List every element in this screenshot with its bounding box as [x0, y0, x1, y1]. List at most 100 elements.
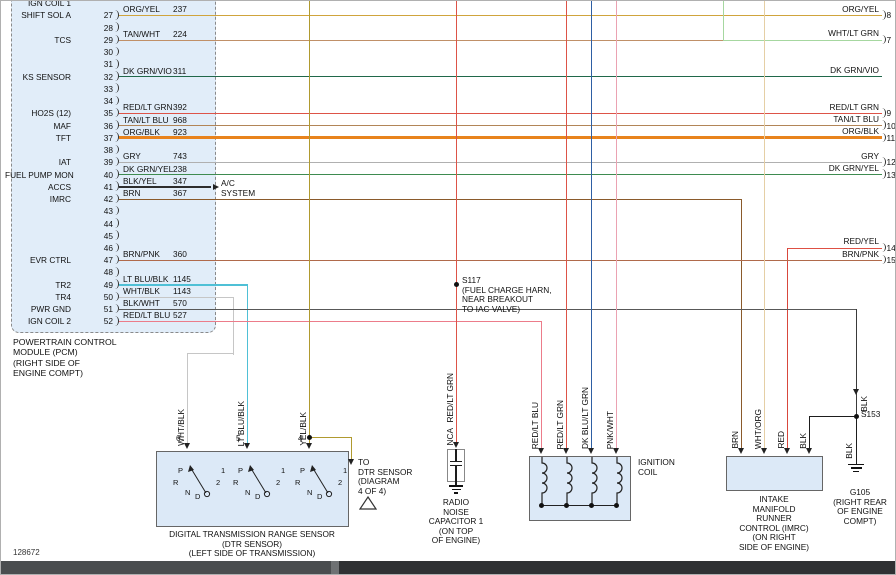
pcm-pin-circuit-number: 743 — [173, 151, 187, 161]
pcm-pin-function: HO2S (12) — [5, 108, 71, 118]
wire-red-lt-grn — [566, 1, 567, 448]
right-edge-wire-color: ORG/BLK — [789, 126, 879, 136]
g105-ground-symbol — [848, 464, 864, 466]
pcm-pin-circuit-number: 367 — [173, 188, 187, 198]
right-edge-bracket — [882, 120, 886, 130]
right-edge-wire-color: GRY — [789, 151, 879, 161]
scrollbar-divider — [331, 561, 339, 574]
scrollbar-segment[interactable] — [1, 561, 331, 574]
pcm-pin-wire-color: ORG/BLK — [123, 127, 160, 137]
wire-arrow — [784, 448, 790, 454]
wire-red — [787, 248, 788, 449]
pcm-pin-number: 52 — [95, 316, 113, 326]
wiring-diagram-page: POWERTRAIN CONTROL MODULE (PCM) (RIGHT S… — [0, 0, 896, 575]
cap-lead-bottom — [455, 466, 456, 481]
junction-dot — [454, 282, 459, 287]
svg-text:P: P — [238, 466, 243, 475]
junction-dot — [564, 503, 569, 508]
pcm-pin-circuit-number: 968 — [173, 115, 187, 125]
right-edge-wire-color: DK GRN/YEL — [789, 163, 879, 173]
right-edge-bracket — [882, 169, 886, 179]
pcm-pin-wire-color: TAN/WHT — [123, 29, 160, 39]
right-edge-pin-number: 7 — [887, 35, 892, 45]
pcm-pin-number: 38 — [95, 145, 113, 155]
g105-caption: G105 (RIGHT REAR OF ENGINE COMPT) — [825, 488, 895, 526]
wire-arrow — [613, 448, 619, 454]
pcm-pin-number: 49 — [95, 280, 113, 290]
right-edge-pin-number: 8 — [887, 10, 892, 20]
wire-color-vertical-label: PNK/WHT — [605, 411, 615, 449]
pcm-pin-function: IGN COIL 2 — [5, 316, 71, 326]
pcm-pin-number: 35 — [95, 108, 113, 118]
wire-arrow — [738, 448, 744, 454]
svg-text:R: R — [233, 478, 239, 487]
dtr-caption: DIGITAL TRANSMISSION RANGE SENSOR (DTR S… — [129, 530, 375, 559]
wire-tan-lt-blu — [119, 125, 882, 126]
right-edge-wire-color: TAN/LT BLU — [789, 114, 879, 124]
wire-wht-blk — [187, 353, 188, 443]
svg-text:2: 2 — [276, 478, 280, 487]
pcm-pin-function: TR2 — [5, 280, 71, 290]
wire-blk — [809, 416, 810, 450]
imrc-box — [726, 456, 823, 491]
right-edge-wire-color: RED/LT GRN — [789, 102, 879, 112]
pcm-pin-number: 34 — [95, 96, 113, 106]
junction-dot — [539, 503, 544, 508]
pcm-pin-number: 33 — [95, 84, 113, 94]
wire-yel-blk-branch — [309, 437, 351, 438]
wire-arrow — [184, 443, 190, 449]
pcm-pin-wire-color: GRY — [123, 151, 141, 161]
ac-system-note: A/C SYSTEM — [221, 179, 255, 198]
wire-arrow — [806, 448, 812, 454]
right-edge-wire-color: RED/YEL — [789, 236, 879, 246]
pcm-pin-number: 48 — [95, 267, 113, 277]
pcm-pin-number: 36 — [95, 121, 113, 131]
right-edge-pin-number: 10 — [887, 121, 896, 131]
pcm-pin-wire-color: BLK/YEL — [123, 176, 157, 186]
coil-winding — [535, 457, 549, 507]
pcm-pin-number: 31 — [95, 59, 113, 69]
pcm-pin-number: 50 — [95, 292, 113, 302]
wire-arrow — [213, 184, 219, 190]
pcm-pin-function: MAF — [5, 121, 71, 131]
dtr-switch: PRND21 — [292, 462, 348, 500]
pcm-pin-number: 28 — [95, 23, 113, 33]
pcm-pin-number: 27 — [95, 10, 113, 20]
imrc-caption: INTAKE MANIFOLD RUNNER CONTROL (IMRC) (O… — [715, 495, 833, 553]
pcm-pin-circuit-number: 923 — [173, 127, 187, 137]
wire-dk-grn-vio — [119, 76, 882, 77]
pcm-pin-number: 44 — [95, 219, 113, 229]
pcm-pin-number: 41 — [95, 182, 113, 192]
scrollbar-segment[interactable] — [339, 561, 896, 574]
wire-wht-blk — [233, 297, 234, 355]
right-edge-bracket — [882, 108, 886, 118]
wire-arrow — [563, 448, 569, 454]
pcm-pin-circuit-number: 392 — [173, 102, 187, 112]
pcm-pin-function: EVR CTRL — [5, 255, 71, 265]
coil-bus — [541, 505, 617, 506]
wire-wht-lt-grn — [723, 40, 882, 41]
right-edge-pin-number: 14 — [887, 243, 896, 253]
wire-blk-wht — [856, 309, 857, 416]
pcm-pin-circuit-number: 238 — [173, 164, 187, 174]
right-edge-bracket — [882, 255, 886, 265]
svg-text:1: 1 — [343, 466, 347, 475]
cap-lead-top — [455, 449, 456, 461]
wire-arrow — [348, 459, 354, 465]
right-edge-wire-color: ORG/YEL — [789, 4, 879, 14]
wire-red-lt-grn — [119, 113, 882, 114]
right-edge-bracket — [882, 157, 886, 167]
svg-text:N: N — [185, 488, 190, 497]
pcm-pin-number: 42 — [95, 194, 113, 204]
wire-brn — [119, 199, 741, 200]
ground-symbol — [454, 492, 458, 494]
pcm-pin-number: 46 — [95, 243, 113, 253]
right-edge-pin-number: 13 — [887, 170, 896, 180]
horizontal-scrollbar[interactable] — [1, 561, 896, 574]
wire-color-vertical-label: BLK — [798, 433, 808, 449]
svg-text:1: 1 — [221, 466, 225, 475]
svg-text:N: N — [307, 488, 312, 497]
to-dtr-reference: TO DTR SENSOR (DIAGRAM 4 OF 4) — [358, 458, 420, 496]
right-edge-wire-color: WHT/LT GRN — [789, 28, 879, 38]
pcm-pin-wire-color: BRN — [123, 188, 141, 198]
